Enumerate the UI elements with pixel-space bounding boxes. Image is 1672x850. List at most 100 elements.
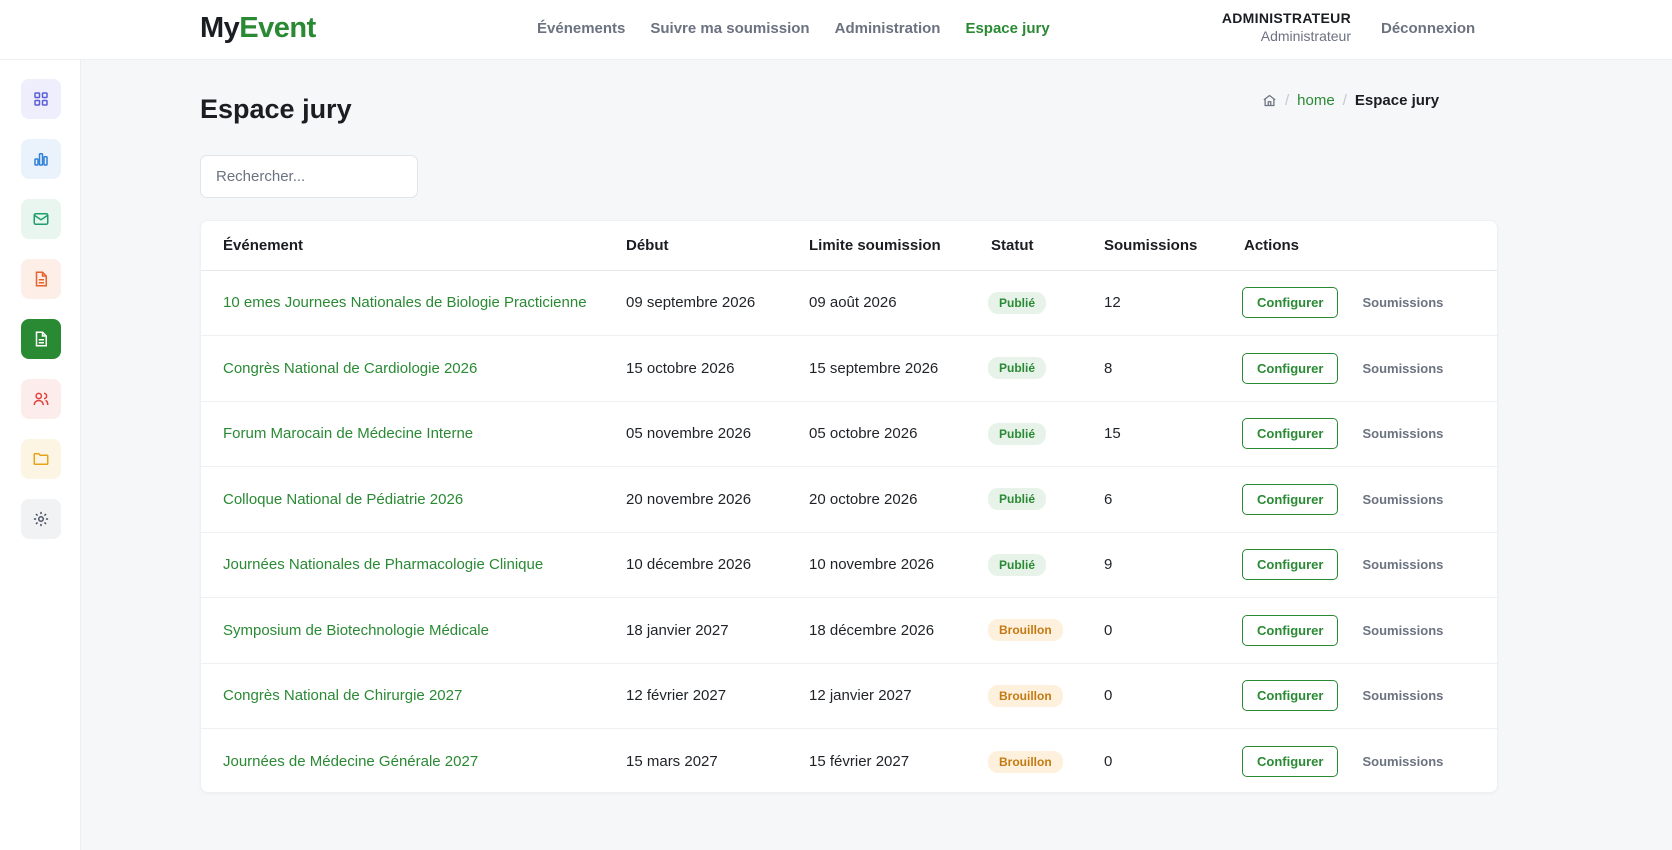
nav-item-suivre-soumission[interactable]: Suivre ma soumission bbox=[650, 20, 809, 37]
submission-count: 0 bbox=[1104, 753, 1113, 770]
table-header-row: Événement Début Limite soumission Statut… bbox=[201, 221, 1497, 271]
table-row: Journées de Médecine Générale 2027 15 ma… bbox=[201, 729, 1497, 793]
sidebar-item-mail[interactable] bbox=[21, 199, 61, 239]
event-start-date: 15 octobre 2026 bbox=[626, 335, 809, 402]
event-name-link[interactable]: Symposium de Biotechnologie Médicale bbox=[223, 622, 489, 639]
submission-count: 9 bbox=[1104, 532, 1244, 598]
submissions-button[interactable]: Soumissions bbox=[1362, 361, 1443, 376]
sidebar-item-documents[interactable] bbox=[21, 259, 61, 299]
event-start-date: 05 novembre 2026 bbox=[626, 401, 809, 467]
submissions-button[interactable]: Soumissions bbox=[1362, 426, 1443, 441]
table-row: Congrès National de Chirurgie 2027 12 fé… bbox=[201, 663, 1497, 729]
breadcrumb-home-link[interactable]: home bbox=[1297, 92, 1335, 109]
sidebar-item-statistics[interactable] bbox=[21, 139, 61, 179]
submission-count: 15 bbox=[1104, 401, 1244, 467]
gear-icon bbox=[33, 511, 49, 527]
event-start-date: 18 janvier 2027 bbox=[626, 597, 809, 664]
breadcrumb-separator: / bbox=[1342, 92, 1347, 109]
bar-chart-icon bbox=[34, 153, 48, 166]
home-icon[interactable] bbox=[1262, 93, 1277, 108]
sidebar-item-dashboard[interactable] bbox=[21, 79, 61, 119]
document-icon bbox=[35, 271, 47, 287]
event-deadline: 18 décembre 2026 bbox=[809, 597, 991, 664]
submissions-button[interactable]: Soumissions bbox=[1362, 754, 1443, 769]
table-row: Journées Nationales de Pharmacologie Cli… bbox=[201, 532, 1497, 598]
logo-text-event: Event bbox=[239, 12, 316, 44]
sidebar-item-files[interactable] bbox=[21, 439, 61, 479]
submissions-button[interactable]: Soumissions bbox=[1362, 688, 1443, 703]
event-deadline: 12 janvier 2027 bbox=[809, 663, 991, 729]
configure-button[interactable]: Configurer bbox=[1242, 614, 1339, 646]
events-table-card: Événement Début Limite soumission Statut… bbox=[200, 220, 1498, 793]
status-badge: Publié bbox=[988, 357, 1047, 380]
submissions-button[interactable]: Soumissions bbox=[1362, 557, 1443, 572]
event-start-date: 20 novembre 2026 bbox=[626, 466, 809, 533]
status-badge: Brouillon bbox=[988, 750, 1063, 773]
event-name-link[interactable]: Forum Marocain de Médecine Interne bbox=[223, 425, 473, 442]
event-name-link[interactable]: Colloque National de Pédiatrie 2026 bbox=[223, 491, 463, 508]
configure-button[interactable]: Configurer bbox=[1242, 287, 1339, 319]
event-deadline: 05 octobre 2026 bbox=[809, 401, 991, 467]
submissions-button[interactable]: Soumissions bbox=[1362, 295, 1443, 310]
sidebar bbox=[0, 60, 81, 850]
status-badge: Brouillon bbox=[988, 619, 1063, 642]
column-header-status: Statut bbox=[991, 221, 1104, 271]
folder-icon bbox=[33, 453, 49, 465]
user-info: ADMINISTRATEUR Administrateur bbox=[1222, 10, 1351, 44]
status-badge: Brouillon bbox=[988, 684, 1063, 707]
nav-item-espace-jury[interactable]: Espace jury bbox=[965, 20, 1049, 37]
submission-count: 0 bbox=[1104, 597, 1244, 664]
event-deadline: 10 novembre 2026 bbox=[809, 532, 991, 598]
event-name-link[interactable]: Journées de Médecine Générale 2027 bbox=[223, 753, 478, 770]
configure-button[interactable]: Configurer bbox=[1242, 352, 1339, 384]
event-start-date: 12 février 2027 bbox=[626, 663, 809, 729]
submissions-button[interactable]: Soumissions bbox=[1362, 623, 1443, 638]
table-row: Forum Marocain de Médecine Interne 05 no… bbox=[201, 401, 1497, 467]
column-header-actions: Actions bbox=[1244, 221, 1497, 271]
top-navbar: MyEvent Événements Suivre ma soumission … bbox=[0, 0, 1672, 60]
event-deadline: 20 octobre 2026 bbox=[809, 466, 991, 533]
status-badge: Publié bbox=[988, 422, 1047, 445]
column-header-deadline: Limite soumission bbox=[809, 221, 991, 271]
configure-button[interactable]: Configurer bbox=[1242, 680, 1339, 712]
logo-text-my: My bbox=[200, 12, 240, 44]
configure-button[interactable]: Configurer bbox=[1242, 549, 1339, 581]
status-badge: Publié bbox=[988, 291, 1047, 314]
mail-icon bbox=[33, 213, 49, 225]
table-row: Colloque National de Pédiatrie 2026 20 n… bbox=[201, 466, 1497, 533]
table-row: Symposium de Biotechnologie Médicale 18 … bbox=[201, 597, 1497, 664]
event-name-link[interactable]: Journées Nationales de Pharmacologie Cli… bbox=[223, 556, 543, 573]
user-role-subtitle: Administrateur bbox=[1260, 28, 1351, 44]
event-name-link[interactable]: Congrès National de Chirurgie 2027 bbox=[223, 687, 462, 704]
user-role-title: ADMINISTRATEUR bbox=[1221, 10, 1351, 26]
nav-item-evenements[interactable]: Événements bbox=[537, 20, 625, 37]
events-table: Événement Début Limite soumission Statut… bbox=[201, 221, 1497, 793]
sidebar-item-jury-documents[interactable] bbox=[21, 319, 61, 359]
document-icon bbox=[35, 331, 47, 347]
grid-icon bbox=[34, 92, 48, 106]
search-input[interactable] bbox=[200, 155, 418, 198]
event-name-link[interactable]: 10 emes Journees Nationales de Biologie … bbox=[223, 294, 587, 311]
nav-item-administration[interactable]: Administration bbox=[835, 20, 941, 37]
configure-button[interactable]: Configurer bbox=[1242, 418, 1339, 450]
column-header-submissions: Soumissions bbox=[1104, 221, 1244, 271]
configure-button[interactable]: Configurer bbox=[1242, 746, 1339, 777]
app-logo[interactable]: MyEvent bbox=[200, 12, 316, 45]
table-row: 10 emes Journees Nationales de Biologie … bbox=[201, 270, 1497, 336]
breadcrumb-current: Espace jury bbox=[1354, 92, 1440, 109]
submissions-button[interactable]: Soumissions bbox=[1362, 492, 1443, 507]
sidebar-item-settings[interactable] bbox=[21, 499, 61, 539]
configure-button[interactable]: Configurer bbox=[1242, 483, 1339, 515]
users-icon bbox=[33, 392, 49, 406]
column-header-start: Début bbox=[626, 221, 809, 271]
logout-link[interactable]: Déconnexion bbox=[1381, 20, 1475, 37]
main-nav: Événements Suivre ma soumission Administ… bbox=[537, 20, 1075, 37]
submission-count: 6 bbox=[1104, 466, 1244, 533]
sidebar-item-users[interactable] bbox=[21, 379, 61, 419]
event-start-date: 10 décembre 2026 bbox=[626, 532, 809, 598]
status-badge: Publié bbox=[988, 488, 1047, 511]
event-name-link[interactable]: Congrès National de Cardiologie 2026 bbox=[223, 360, 477, 377]
status-badge: Publié bbox=[988, 553, 1047, 576]
event-deadline: 15 septembre 2026 bbox=[809, 335, 991, 402]
breadcrumb-separator: / bbox=[1285, 92, 1290, 109]
